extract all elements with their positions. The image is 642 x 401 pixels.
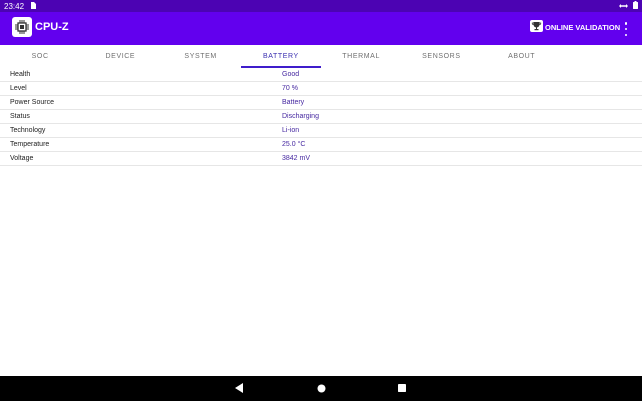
app-title: CPU-Z [35, 21, 69, 33]
app-bar: CPU-Z ONLINE VALIDATION [0, 12, 642, 45]
info-label: Voltage [10, 155, 34, 162]
info-value: 25.0 °C [282, 141, 306, 148]
info-row-health: Health Good [0, 68, 642, 82]
battery-info-list: Health Good Level 70 % Power Source Batt… [0, 68, 642, 166]
info-label: Status [10, 113, 30, 120]
tab-about[interactable]: ABOUT [482, 45, 562, 68]
info-value: 3842 mV [282, 155, 311, 162]
status-time: 23:42 [4, 1, 25, 11]
info-row-temperature: Temperature 25.0 °C [0, 138, 642, 152]
info-label: Power Source [10, 99, 54, 106]
notification-icon [30, 1, 37, 11]
overflow-menu-icon[interactable] [621, 22, 631, 36]
info-row-power-source: Power Source Battery [0, 96, 642, 110]
tab-thermal[interactable]: THERMAL [321, 45, 401, 68]
info-label: Health [10, 71, 31, 78]
info-value: Battery [282, 99, 305, 106]
info-value: 70 % [282, 85, 298, 92]
tab-bar: SOC DEVICE SYSTEM BATTERY THERMAL SENSOR… [0, 45, 642, 68]
info-row-voltage: Voltage 3842 mV [0, 152, 642, 166]
system-nav-bar [0, 376, 642, 401]
info-value: Li-ion [282, 127, 300, 134]
info-value: Good [282, 71, 300, 78]
online-validation-label: ONLINE VALIDATION [545, 22, 621, 32]
info-label: Technology [10, 127, 46, 134]
info-label: Level [10, 85, 27, 92]
info-row-level: Level 70 % [0, 82, 642, 96]
back-icon[interactable] [234, 383, 244, 393]
battery-icon [633, 1, 638, 11]
info-row-status: Status Discharging [0, 110, 642, 124]
trophy-icon [530, 20, 543, 34]
status-bar: 23:42 [0, 0, 642, 12]
info-label: Temperature [10, 141, 50, 148]
recents-icon[interactable] [397, 383, 407, 393]
tab-soc[interactable]: SOC [0, 45, 80, 68]
rotate-icon [619, 2, 628, 11]
online-validation-button[interactable]: ONLINE VALIDATION [530, 20, 620, 34]
info-row-technology: Technology Li-ion [0, 124, 642, 138]
info-value: Discharging [282, 113, 319, 120]
tab-system[interactable]: SYSTEM [161, 45, 241, 68]
tab-sensors[interactable]: SENSORS [401, 45, 481, 68]
tab-battery[interactable]: BATTERY [240, 45, 322, 68]
tab-device[interactable]: DEVICE [80, 45, 160, 68]
home-icon[interactable] [316, 383, 326, 393]
cpu-chip-icon [12, 17, 32, 37]
